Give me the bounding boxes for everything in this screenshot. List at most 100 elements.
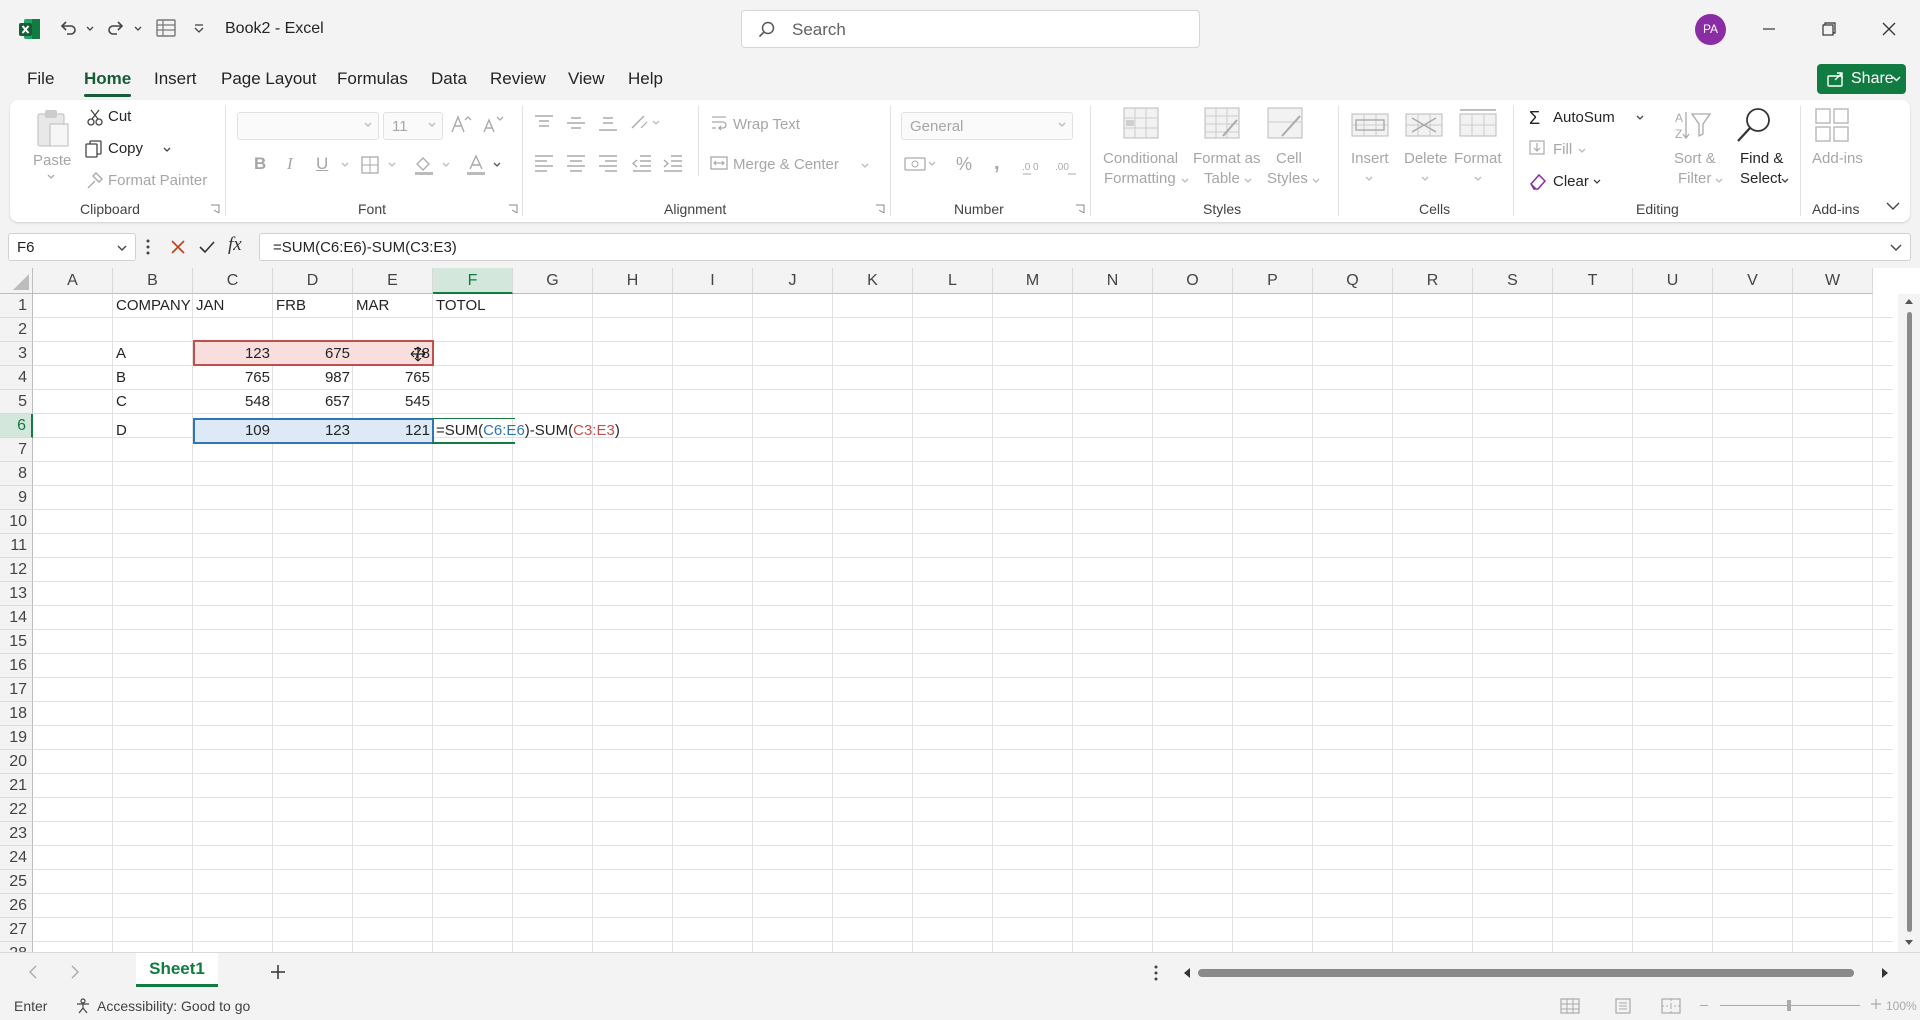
- row-header-24[interactable]: 24: [0, 846, 33, 870]
- format-as-table-button-line1[interactable]: Format as: [1193, 150, 1261, 167]
- cell-f6-formula[interactable]: =SUM(C6:E6)-SUM(C3:E3): [433, 419, 620, 443]
- insert-cells-button[interactable]: Insert: [1351, 150, 1389, 167]
- row-header-2[interactable]: 2: [0, 318, 33, 342]
- percent-style-icon[interactable]: %: [956, 154, 972, 175]
- merge-center-button[interactable]: Merge & Center: [733, 156, 839, 173]
- italic-icon[interactable]: I: [287, 154, 293, 174]
- cell-e4[interactable]: 765: [353, 366, 433, 390]
- row-header-3[interactable]: 3: [0, 342, 33, 366]
- accessibility-icon[interactable]: [75, 998, 91, 1014]
- avatar[interactable]: PA: [1695, 14, 1726, 45]
- row-header-7[interactable]: 7: [0, 438, 33, 462]
- collapse-ribbon-chevron-down-icon[interactable]: [1886, 202, 1900, 210]
- cell-c1[interactable]: JAN: [193, 294, 273, 318]
- row-header-6[interactable]: 6: [0, 414, 33, 438]
- cell-b3[interactable]: A: [113, 342, 193, 366]
- sort-filter-button-line2[interactable]: Filter: [1678, 170, 1711, 187]
- autosum-chevron-down-icon[interactable]: [1636, 115, 1644, 121]
- normal-view-icon[interactable]: [1560, 998, 1580, 1014]
- column-header-r[interactable]: R: [1393, 268, 1473, 294]
- tab-help[interactable]: Help: [628, 69, 663, 89]
- format-as-table-button-line2[interactable]: Table: [1204, 170, 1240, 187]
- cell-e6[interactable]: 121: [353, 419, 433, 443]
- search-input[interactable]: Search: [741, 10, 1200, 48]
- decrease-font-size-icon[interactable]: [482, 114, 504, 134]
- sort-filter-button-line1[interactable]: Sort &: [1674, 150, 1716, 167]
- confirm-entry-icon[interactable]: [198, 239, 216, 255]
- align-left-icon[interactable]: [533, 154, 555, 172]
- row-header-5[interactable]: 5: [0, 390, 33, 414]
- column-header-d[interactable]: D: [273, 268, 353, 294]
- cell-styles-button-line2[interactable]: Styles: [1267, 170, 1308, 187]
- conditional-formatting-chevron-down-icon[interactable]: [1181, 178, 1189, 184]
- accessibility-status[interactable]: Accessibility: Good to go: [97, 998, 250, 1014]
- zoom-level[interactable]: 100%: [1886, 999, 1917, 1013]
- font-launcher-icon[interactable]: [508, 204, 518, 214]
- underline-chevron-down-icon[interactable]: [341, 162, 349, 168]
- decrease-decimal-icon[interactable]: .00: [1054, 155, 1078, 175]
- column-header-t[interactable]: T: [1553, 268, 1633, 294]
- format-cells-icon[interactable]: [1458, 106, 1498, 142]
- paste-icon[interactable]: [34, 108, 72, 148]
- conditional-formatting-icon[interactable]: [1122, 106, 1160, 142]
- sort-filter-chevron-down-icon[interactable]: [1715, 178, 1723, 184]
- column-header-e[interactable]: E: [353, 268, 433, 294]
- row-header-17[interactable]: 17: [0, 678, 33, 702]
- alignment-launcher-icon[interactable]: [875, 204, 885, 214]
- zoom-in-icon[interactable]: [1870, 998, 1882, 1010]
- column-header-n[interactable]: N: [1073, 268, 1153, 294]
- autosum-button[interactable]: AutoSum: [1553, 109, 1615, 126]
- page-break-preview-icon[interactable]: [1661, 998, 1681, 1014]
- undo-icon[interactable]: [58, 18, 78, 38]
- cell-d6[interactable]: 123: [273, 419, 353, 443]
- row-header-9[interactable]: 9: [0, 486, 33, 510]
- minimize-button[interactable]: [1746, 12, 1792, 46]
- delete-cells-icon[interactable]: [1404, 106, 1444, 142]
- name-box-chevron-down-icon[interactable]: [117, 245, 127, 252]
- name-box[interactable]: F6: [8, 233, 136, 261]
- cell-d4[interactable]: 987: [273, 366, 353, 390]
- tab-formulas[interactable]: Formulas: [337, 69, 408, 89]
- insert-cells-chevron-down-icon[interactable]: [1365, 176, 1373, 182]
- borders-icon[interactable]: [360, 155, 380, 175]
- row-header-21[interactable]: 21: [0, 774, 33, 798]
- orientation-icon[interactable]: [629, 112, 663, 132]
- cell-b4[interactable]: B: [113, 366, 193, 390]
- cell-e5[interactable]: 545: [353, 390, 433, 414]
- tab-home[interactable]: Home: [84, 69, 131, 89]
- autosum-icon[interactable]: Σ: [1529, 108, 1540, 129]
- column-header-g[interactable]: G: [513, 268, 593, 294]
- clear-chevron-down-icon[interactable]: [1593, 179, 1601, 185]
- align-top-icon[interactable]: [533, 114, 555, 132]
- customize-quick-access-icon[interactable]: [194, 24, 204, 34]
- delete-cells-button[interactable]: Delete: [1404, 150, 1447, 167]
- paste-chevron-down-icon[interactable]: [47, 174, 55, 180]
- column-header-o[interactable]: O: [1153, 268, 1233, 294]
- cut-icon[interactable]: [86, 108, 104, 126]
- font-size-combo[interactable]: 11: [383, 112, 443, 140]
- column-header-v[interactable]: V: [1713, 268, 1793, 294]
- row-header-28[interactable]: 28: [0, 942, 33, 952]
- vertical-scrollbar[interactable]: [1898, 294, 1920, 952]
- horizontal-scrollbar[interactable]: [1180, 963, 1892, 983]
- cut-button[interactable]: Cut: [108, 108, 131, 125]
- row-header-27[interactable]: 27: [0, 918, 33, 942]
- number-launcher-icon[interactable]: [1075, 204, 1085, 214]
- tab-view[interactable]: View: [568, 69, 605, 89]
- font-color-icon[interactable]: [465, 154, 487, 176]
- increase-decimal-icon[interactable]: .0 0: [1021, 155, 1045, 175]
- cell-b6[interactable]: D: [113, 419, 193, 443]
- format-painter-icon[interactable]: [85, 172, 103, 190]
- formula-input[interactable]: =SUM(C6:E6)-SUM(C3:E3): [259, 233, 1911, 261]
- font-color-chevron-down-icon[interactable]: [493, 162, 501, 168]
- wrap-text-button[interactable]: Wrap Text: [733, 116, 800, 133]
- row-header-11[interactable]: 11: [0, 534, 33, 558]
- align-center-icon[interactable]: [565, 154, 587, 172]
- comma-style-icon[interactable]: ,: [994, 152, 1000, 175]
- row-header-4[interactable]: 4: [0, 366, 33, 390]
- format-painter-button[interactable]: Format Painter: [108, 172, 207, 189]
- merge-center-chevron-down-icon[interactable]: [861, 163, 869, 169]
- cell-styles-icon[interactable]: [1266, 106, 1304, 142]
- next-sheet-chevron-right-icon[interactable]: [70, 965, 80, 979]
- zoom-slider-thumb[interactable]: [1787, 1000, 1791, 1011]
